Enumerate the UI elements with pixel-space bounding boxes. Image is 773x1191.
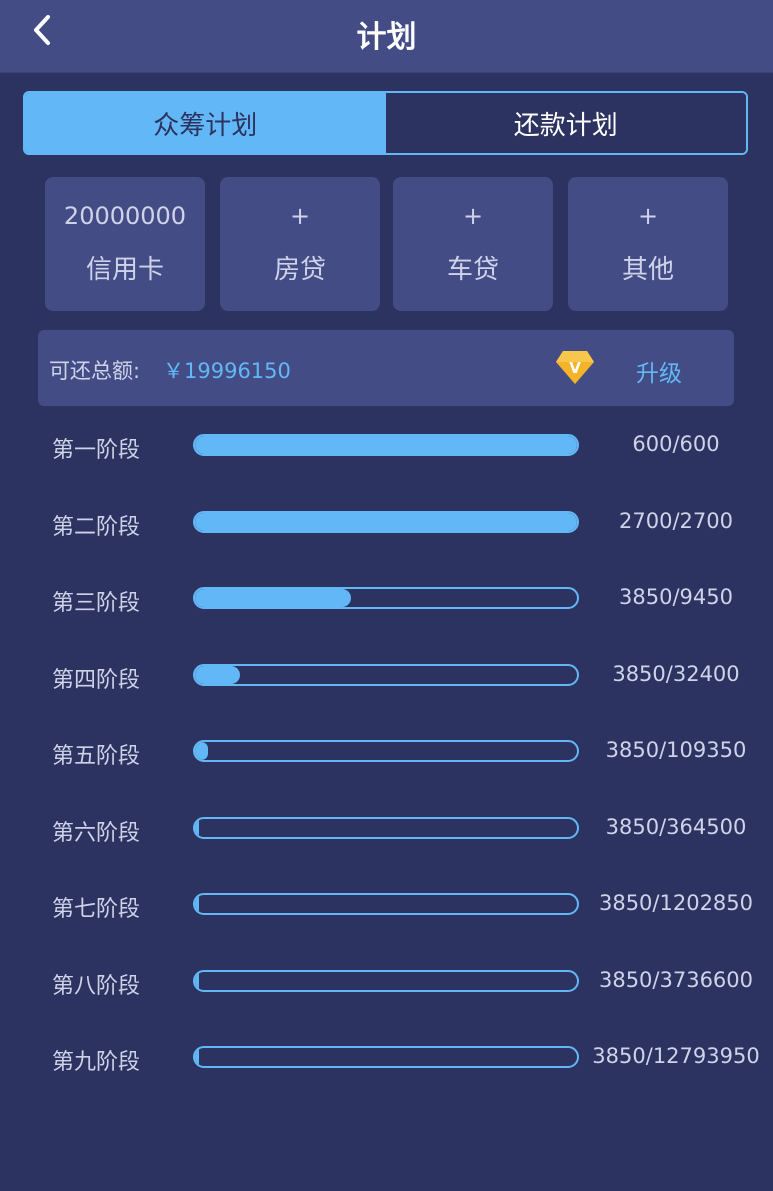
stage-row: 第三阶段 3850/9450	[0, 573, 773, 623]
header: 计划	[0, 0, 773, 73]
card-credit-card[interactable]: 20000000 信用卡	[45, 177, 205, 311]
stage-progress-fill	[195, 1048, 199, 1066]
stage-progress-bar	[193, 1046, 579, 1068]
stage-progress-bar	[193, 969, 579, 992]
stage-progress-fill	[195, 895, 199, 913]
stage-label: 第四阶段	[52, 667, 141, 693]
stage-label: 第八阶段	[52, 973, 141, 999]
stage-progress-fill	[195, 436, 577, 454]
stage-row: 第七阶段 3850/1202850	[0, 879, 773, 929]
stage-row: 第一阶段 600/600	[0, 420, 773, 470]
stage-value: 3850/3736600	[598, 967, 754, 992]
stage-progress-fill	[195, 818, 200, 837]
stage-progress-bar	[193, 816, 579, 839]
stage-row: 第五阶段 3850/109350	[0, 726, 773, 776]
card-mortgage[interactable]: + 房贷	[220, 177, 380, 311]
app: 计划 众筹计划 还款计划 20000000 信用卡 + 房贷 + 车贷 + 其他…	[0, 0, 773, 1191]
plus-icon: +	[289, 202, 311, 230]
total-repayable-bar: 可还总额: ￥19996150 V 升级	[38, 330, 734, 406]
stage-value: 600/600	[632, 432, 720, 456]
plus-icon: +	[637, 202, 659, 230]
upgrade-button[interactable]: 升级	[636, 354, 682, 388]
total-label: 可还总额:	[49, 359, 141, 383]
stage-value: 2700/2700	[619, 508, 733, 533]
stage-row: 第四阶段 3850/32400	[0, 650, 773, 700]
svg-text:V: V	[569, 359, 581, 377]
total-value: ￥19996150	[163, 359, 291, 383]
card-label: 车贷	[446, 255, 499, 285]
loan-type-cards: 20000000 信用卡 + 房贷 + 车贷 + 其他	[45, 177, 728, 311]
card-other[interactable]: + 其他	[568, 177, 728, 311]
stage-progress-bar	[193, 510, 579, 533]
plus-icon: +	[462, 202, 484, 230]
stage-value: 3850/364500	[605, 814, 747, 839]
stage-progress-fill	[195, 512, 577, 531]
stage-label: 第九阶段	[52, 1050, 141, 1075]
stage-progress-bar	[193, 434, 579, 456]
card-label: 其他	[621, 255, 674, 285]
stage-row: 第六阶段 3850/364500	[0, 803, 773, 853]
stage-label: 第五阶段	[52, 744, 141, 769]
stage-label: 第七阶段	[52, 897, 141, 922]
stage-progress-bar	[193, 587, 579, 609]
stage-progress-bar	[193, 893, 579, 915]
card-label: 信用卡	[85, 255, 164, 285]
stage-progress-fill	[195, 589, 351, 607]
stage-progress-fill	[195, 742, 209, 760]
card-amount: 20000000	[63, 202, 187, 230]
stage-label: 第一阶段	[52, 438, 141, 463]
stage-progress-fill	[195, 665, 241, 684]
stage-value: 3850/32400	[612, 661, 740, 686]
stage-progress-fill	[195, 971, 199, 990]
diamond-icon: V	[556, 351, 594, 384]
stage-progress-bar	[193, 740, 579, 762]
tab-bar: 众筹计划 还款计划	[23, 91, 748, 155]
stage-progress-bar	[193, 663, 579, 686]
stage-value: 3850/9450	[619, 585, 733, 609]
stage-label: 第六阶段	[52, 820, 141, 846]
stage-label: 第二阶段	[52, 514, 141, 540]
card-car-loan[interactable]: + 车贷	[393, 177, 553, 311]
stage-value: 3850/12793950	[592, 1044, 760, 1068]
card-label: 房贷	[273, 255, 326, 285]
stage-row: 第八阶段 3850/3736600	[0, 956, 773, 1006]
tab-crowdfunding-plan[interactable]: 众筹计划	[25, 93, 386, 153]
stage-value: 3850/1202850	[598, 891, 754, 915]
stage-value: 3850/109350	[605, 738, 747, 762]
page-title: 计划	[356, 20, 417, 55]
tab-repayment-plan[interactable]: 还款计划	[385, 93, 746, 153]
stage-label: 第三阶段	[52, 591, 141, 616]
stage-row: 第二阶段 2700/2700	[0, 497, 773, 547]
stage-row: 第九阶段 3850/12793950	[0, 1032, 773, 1082]
